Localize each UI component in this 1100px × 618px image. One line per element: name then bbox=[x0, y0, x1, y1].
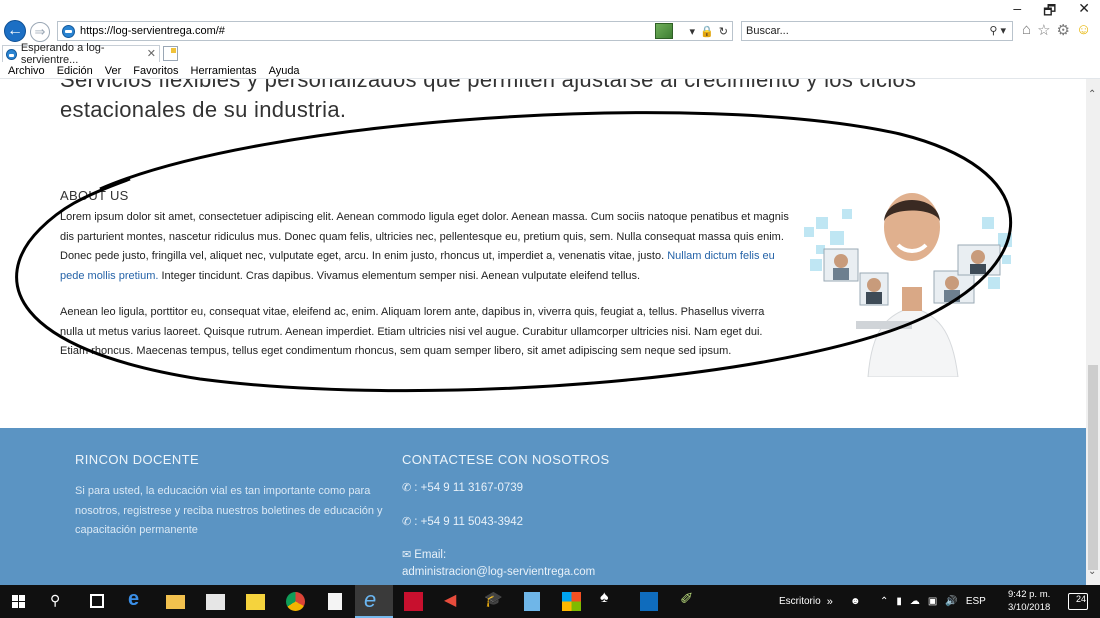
lock-icon[interactable]: 🔒 bbox=[700, 25, 714, 38]
windows-start-icon[interactable] bbox=[12, 595, 26, 609]
page-heading: Servicios flexibles y personalizados que… bbox=[60, 79, 916, 125]
people-icon[interactable]: ☻ bbox=[850, 585, 861, 618]
footer-col1-text: Si para usted, la educación vial es tan … bbox=[75, 485, 383, 536]
arrow-right-icon: ⇒ bbox=[34, 24, 46, 39]
search-icon[interactable]: ⚲ ▾ bbox=[989, 24, 1006, 37]
site-icon bbox=[62, 24, 75, 38]
scroll-thumb[interactable] bbox=[1088, 365, 1098, 570]
chevron-up-icon[interactable]: ⌃ bbox=[880, 596, 888, 607]
phone-icon: ✆ bbox=[402, 516, 412, 528]
heading-line-1: Servicios flexibles y personalizados que… bbox=[60, 79, 917, 92]
menu-edicion[interactable]: Edición bbox=[57, 65, 93, 77]
menu-favoritos[interactable]: Favoritos bbox=[133, 65, 178, 77]
cloud-icon[interactable]: ☁ bbox=[910, 596, 920, 607]
search-icon[interactable]: ⚲ bbox=[50, 592, 69, 611]
phone-2-text: : +54 9 11 5043-3942 bbox=[414, 516, 524, 528]
favorites-star-icon[interactable]: ☆ bbox=[1037, 21, 1050, 39]
network-icon[interactable]: ▣ bbox=[928, 596, 937, 607]
menu-ver[interactable]: Ver bbox=[105, 65, 122, 77]
new-tab-button[interactable] bbox=[163, 46, 178, 61]
task-view-icon[interactable] bbox=[90, 594, 104, 608]
site-footer: RINCON DOCENTE Si para usted, la educaci… bbox=[0, 428, 1086, 585]
menu-bar: Archivo Edición Ver Favoritos Herramient… bbox=[0, 63, 1100, 79]
url-actions: ▾ 🔒 ↻ bbox=[654, 23, 728, 39]
edge-icon[interactable]: e bbox=[128, 588, 147, 610]
tab-bar: Esperando a log-servientre... ✕ bbox=[0, 42, 1100, 66]
arrow-left-icon: ← bbox=[7, 22, 23, 39]
refresh-icon[interactable]: ↻ bbox=[719, 25, 728, 38]
footer-col2-title: CONTACTESE CON NOSOTROS bbox=[402, 452, 610, 467]
feedback-smiley-icon[interactable]: ☺ bbox=[1076, 21, 1091, 39]
windows-taskbar: ⚲ e e ◀ 🎓 ♠ ✐ Escritorio » ☻ ⌃ ▮ ☁ ▣ 🔊 ES… bbox=[0, 585, 1100, 618]
about-paragraph-1: Lorem ipsum dolor sit amet, consectetuer… bbox=[60, 208, 790, 286]
desktop-label: Escritorio bbox=[779, 596, 821, 607]
graduation-cap-icon[interactable]: 🎓 bbox=[484, 590, 503, 609]
heading-line-2: estacionales de su industria. bbox=[60, 97, 347, 122]
compatibility-icon[interactable] bbox=[654, 23, 673, 39]
contact-phone-2: ✆: +54 9 11 5043-3942 bbox=[402, 514, 523, 531]
home-icon[interactable]: ⌂ bbox=[1022, 21, 1031, 39]
chevron-right-icon: » bbox=[826, 595, 833, 608]
store-icon[interactable] bbox=[206, 594, 225, 610]
speaker-app-icon[interactable]: ◀ bbox=[444, 590, 463, 609]
email-link[interactable]: administracion@log-servientrega.com bbox=[402, 564, 595, 581]
back-button[interactable]: ← bbox=[4, 20, 26, 42]
clock-time: 9:42 p. m. bbox=[1008, 589, 1051, 600]
envelope-icon: ✉ bbox=[402, 549, 412, 561]
contact-phone-1: ✆: +54 9 11 3167-0739 bbox=[402, 480, 523, 497]
dropdown-icon[interactable]: ▾ bbox=[690, 25, 696, 38]
forward-button[interactable]: ⇒ bbox=[30, 22, 50, 42]
battery-icon[interactable]: ▮ bbox=[896, 596, 902, 607]
search-input[interactable]: Buscar... ⚲ ▾ bbox=[741, 21, 1013, 41]
about-title: ABOUT US bbox=[60, 188, 129, 203]
chrome-icon[interactable] bbox=[286, 592, 305, 611]
notification-center-icon[interactable]: 24 bbox=[1068, 593, 1088, 610]
scroll-up-icon[interactable]: ⌃ bbox=[1088, 89, 1096, 100]
system-tray-icons: ⌃ ▮ ☁ ▣ 🔊 ESP bbox=[880, 585, 986, 618]
desktop-toolbar[interactable]: Escritorio » bbox=[779, 585, 833, 618]
paint-icon[interactable]: ✐ bbox=[680, 589, 699, 608]
tab-site-icon bbox=[6, 48, 17, 60]
notification-count: 24 bbox=[1075, 594, 1086, 604]
clock-date: 3/10/2018 bbox=[1008, 602, 1051, 613]
menu-herramientas[interactable]: Herramientas bbox=[191, 65, 257, 77]
menu-ayuda[interactable]: Ayuda bbox=[269, 65, 300, 77]
url-text: https://log-servientrega.com/# bbox=[80, 25, 225, 37]
page-viewport: Servicios flexibles y personalizados que… bbox=[0, 79, 1086, 585]
about-paragraph-2: Aenean leo ligula, porttitor eu, consequ… bbox=[60, 306, 765, 357]
url-input[interactable]: https://log-servientrega.com/# ▾ 🔒 ↻ bbox=[57, 21, 733, 41]
volume-icon[interactable]: 🔊 bbox=[945, 596, 957, 607]
outlook-icon[interactable] bbox=[640, 592, 658, 611]
clock[interactable]: 9:42 p. m. 3/10/2018 bbox=[1008, 588, 1050, 614]
address-bar: ← ⇒ https://log-servientrega.com/# ▾ 🔒 ↻… bbox=[0, 19, 1100, 43]
about-p1-tail: Integer tincidunt. Cras dapibus. Vivamus… bbox=[158, 269, 641, 282]
footer-col1-title: RINCON DOCENTE bbox=[75, 452, 200, 467]
file-explorer-icon[interactable] bbox=[166, 595, 185, 609]
notepad-icon[interactable] bbox=[328, 593, 342, 610]
vertical-scrollbar[interactable]: ⌃ ⌄ bbox=[1086, 79, 1100, 585]
internet-explorer-icon[interactable]: e bbox=[364, 587, 383, 612]
menu-archivo[interactable]: Archivo bbox=[8, 65, 45, 77]
language-indicator[interactable]: ESP bbox=[966, 596, 986, 607]
phone-1-text: : +54 9 11 3167-0739 bbox=[414, 482, 524, 494]
file-app-icon[interactable] bbox=[524, 592, 540, 611]
email-label: Email: bbox=[414, 549, 447, 561]
browser-toolbar: ⌂ ☆ ⚙ ☺ bbox=[1022, 21, 1091, 39]
close-icon[interactable]: ✕ bbox=[147, 47, 156, 60]
red-app-icon[interactable] bbox=[404, 592, 423, 611]
phone-icon: ✆ bbox=[402, 482, 412, 494]
gear-icon[interactable]: ⚙ bbox=[1057, 21, 1070, 39]
contact-email: ✉ Email: administracion@log-servientrega.… bbox=[402, 547, 595, 581]
office-icon[interactable] bbox=[562, 592, 581, 611]
screen: – 🗗 ✕ ← ⇒ https://log-servientrega.com/#… bbox=[0, 0, 1100, 618]
businessman-photo bbox=[804, 193, 1012, 377]
cards-icon[interactable]: ♠ bbox=[600, 589, 619, 608]
tab-active[interactable]: Esperando a log-servientre... ✕ bbox=[2, 42, 160, 66]
scroll-down-icon[interactable]: ⌄ bbox=[1088, 566, 1096, 577]
app-grid-icon[interactable] bbox=[246, 594, 265, 610]
search-placeholder: Buscar... bbox=[746, 25, 789, 37]
